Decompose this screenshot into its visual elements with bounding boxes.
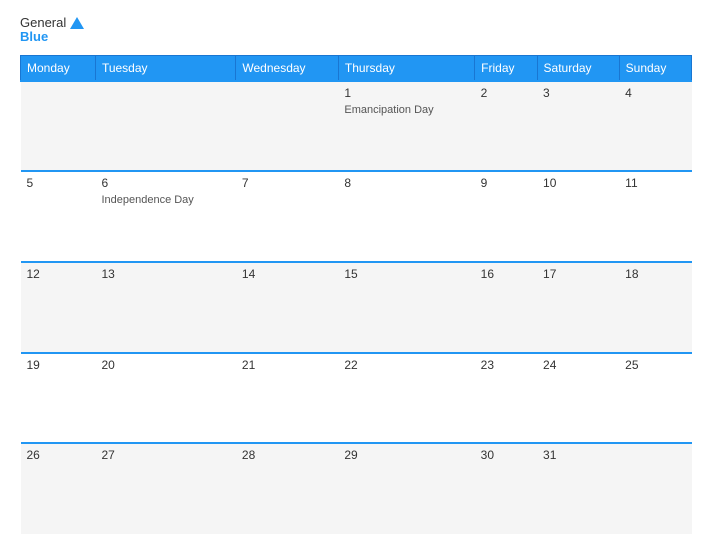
calendar-cell xyxy=(236,81,338,172)
weekday-header-saturday: Saturday xyxy=(537,55,619,81)
day-number: 12 xyxy=(27,267,90,281)
calendar-cell: 25 xyxy=(619,353,691,444)
day-number: 15 xyxy=(344,267,468,281)
calendar-cell: 18 xyxy=(619,262,691,353)
logo-blue: Blue xyxy=(20,30,48,44)
day-number: 27 xyxy=(101,448,229,462)
header: General Blue xyxy=(20,16,692,45)
weekday-header-monday: Monday xyxy=(21,55,96,81)
calendar-week-row: 56 Independence Day 789 10 11 xyxy=(21,171,692,262)
day-number: 22 xyxy=(344,358,468,372)
calendar-cell: 16 xyxy=(475,262,537,353)
calendar-cell: 11 xyxy=(619,171,691,262)
day-number: 24 xyxy=(543,358,613,372)
day-number: 18 xyxy=(625,267,685,281)
weekday-header-friday: Friday xyxy=(475,55,537,81)
calendar-event: Emancipation Day xyxy=(344,104,433,116)
calendar-cell: 15 xyxy=(338,262,474,353)
day-number: 26 xyxy=(27,448,90,462)
day-number: 8 xyxy=(344,176,468,190)
calendar-cell: 3 xyxy=(537,81,619,172)
day-number: 29 xyxy=(344,448,468,462)
calendar-cell: 12 xyxy=(21,262,96,353)
weekday-header-wednesday: Wednesday xyxy=(236,55,338,81)
logo: General Blue xyxy=(20,16,84,45)
calendar-cell: 19 xyxy=(21,353,96,444)
day-number: 30 xyxy=(481,448,531,462)
calendar-cell: 31 xyxy=(537,443,619,534)
calendar-cell: 8 xyxy=(338,171,474,262)
day-number: 20 xyxy=(101,358,229,372)
day-number: 10 xyxy=(543,176,613,190)
calendar-cell: 14 xyxy=(236,262,338,353)
calendar-cell: 21 xyxy=(236,353,338,444)
calendar-cell: 28 xyxy=(236,443,338,534)
calendar-event: Independence Day xyxy=(101,194,193,206)
day-number: 16 xyxy=(481,267,531,281)
weekday-header-row: MondayTuesdayWednesdayThursdayFridaySatu… xyxy=(21,55,692,81)
calendar-cell xyxy=(21,81,96,172)
day-number: 14 xyxy=(242,267,332,281)
calendar-week-row: 19 20 21 22 23 24 25 xyxy=(21,353,692,444)
day-number: 5 xyxy=(27,176,90,190)
calendar-week-row: 12 13 14 15 16 17 18 xyxy=(21,262,692,353)
day-number: 4 xyxy=(625,86,685,100)
calendar-cell: 29 xyxy=(338,443,474,534)
day-number: 23 xyxy=(481,358,531,372)
calendar-cell: 7 xyxy=(236,171,338,262)
calendar-cell: 2 xyxy=(475,81,537,172)
day-number: 6 xyxy=(101,176,229,190)
day-number: 3 xyxy=(543,86,613,100)
weekday-header-sunday: Sunday xyxy=(619,55,691,81)
calendar-cell: 6 Independence Day xyxy=(95,171,235,262)
day-number: 31 xyxy=(543,448,613,462)
calendar: MondayTuesdayWednesdayThursdayFridaySatu… xyxy=(20,55,692,534)
calendar-cell: 5 xyxy=(21,171,96,262)
day-number: 28 xyxy=(242,448,332,462)
calendar-cell: 27 xyxy=(95,443,235,534)
day-number: 17 xyxy=(543,267,613,281)
day-number: 9 xyxy=(481,176,531,190)
weekday-header-thursday: Thursday xyxy=(338,55,474,81)
day-number: 2 xyxy=(481,86,531,100)
calendar-cell: 20 xyxy=(95,353,235,444)
day-number: 1 xyxy=(344,86,468,100)
calendar-cell xyxy=(619,443,691,534)
day-number: 19 xyxy=(27,358,90,372)
logo-general: General xyxy=(20,16,66,30)
day-number: 21 xyxy=(242,358,332,372)
calendar-cell: 30 xyxy=(475,443,537,534)
calendar-cell: 10 xyxy=(537,171,619,262)
day-number: 11 xyxy=(625,176,685,190)
calendar-cell: 23 xyxy=(475,353,537,444)
calendar-cell: 9 xyxy=(475,171,537,262)
calendar-cell: 4 xyxy=(619,81,691,172)
calendar-cell xyxy=(95,81,235,172)
calendar-week-row: 1 Emancipation Day 234 xyxy=(21,81,692,172)
day-number: 7 xyxy=(242,176,332,190)
calendar-cell: 13 xyxy=(95,262,235,353)
calendar-week-row: 26 27 28 29 30 31 xyxy=(21,443,692,534)
calendar-cell: 24 xyxy=(537,353,619,444)
calendar-cell: 17 xyxy=(537,262,619,353)
day-number: 25 xyxy=(625,358,685,372)
calendar-cell: 1 Emancipation Day xyxy=(338,81,474,172)
logo-triangle-icon xyxy=(70,17,84,29)
calendar-cell: 22 xyxy=(338,353,474,444)
weekday-header-tuesday: Tuesday xyxy=(95,55,235,81)
day-number: 13 xyxy=(101,267,229,281)
calendar-cell: 26 xyxy=(21,443,96,534)
